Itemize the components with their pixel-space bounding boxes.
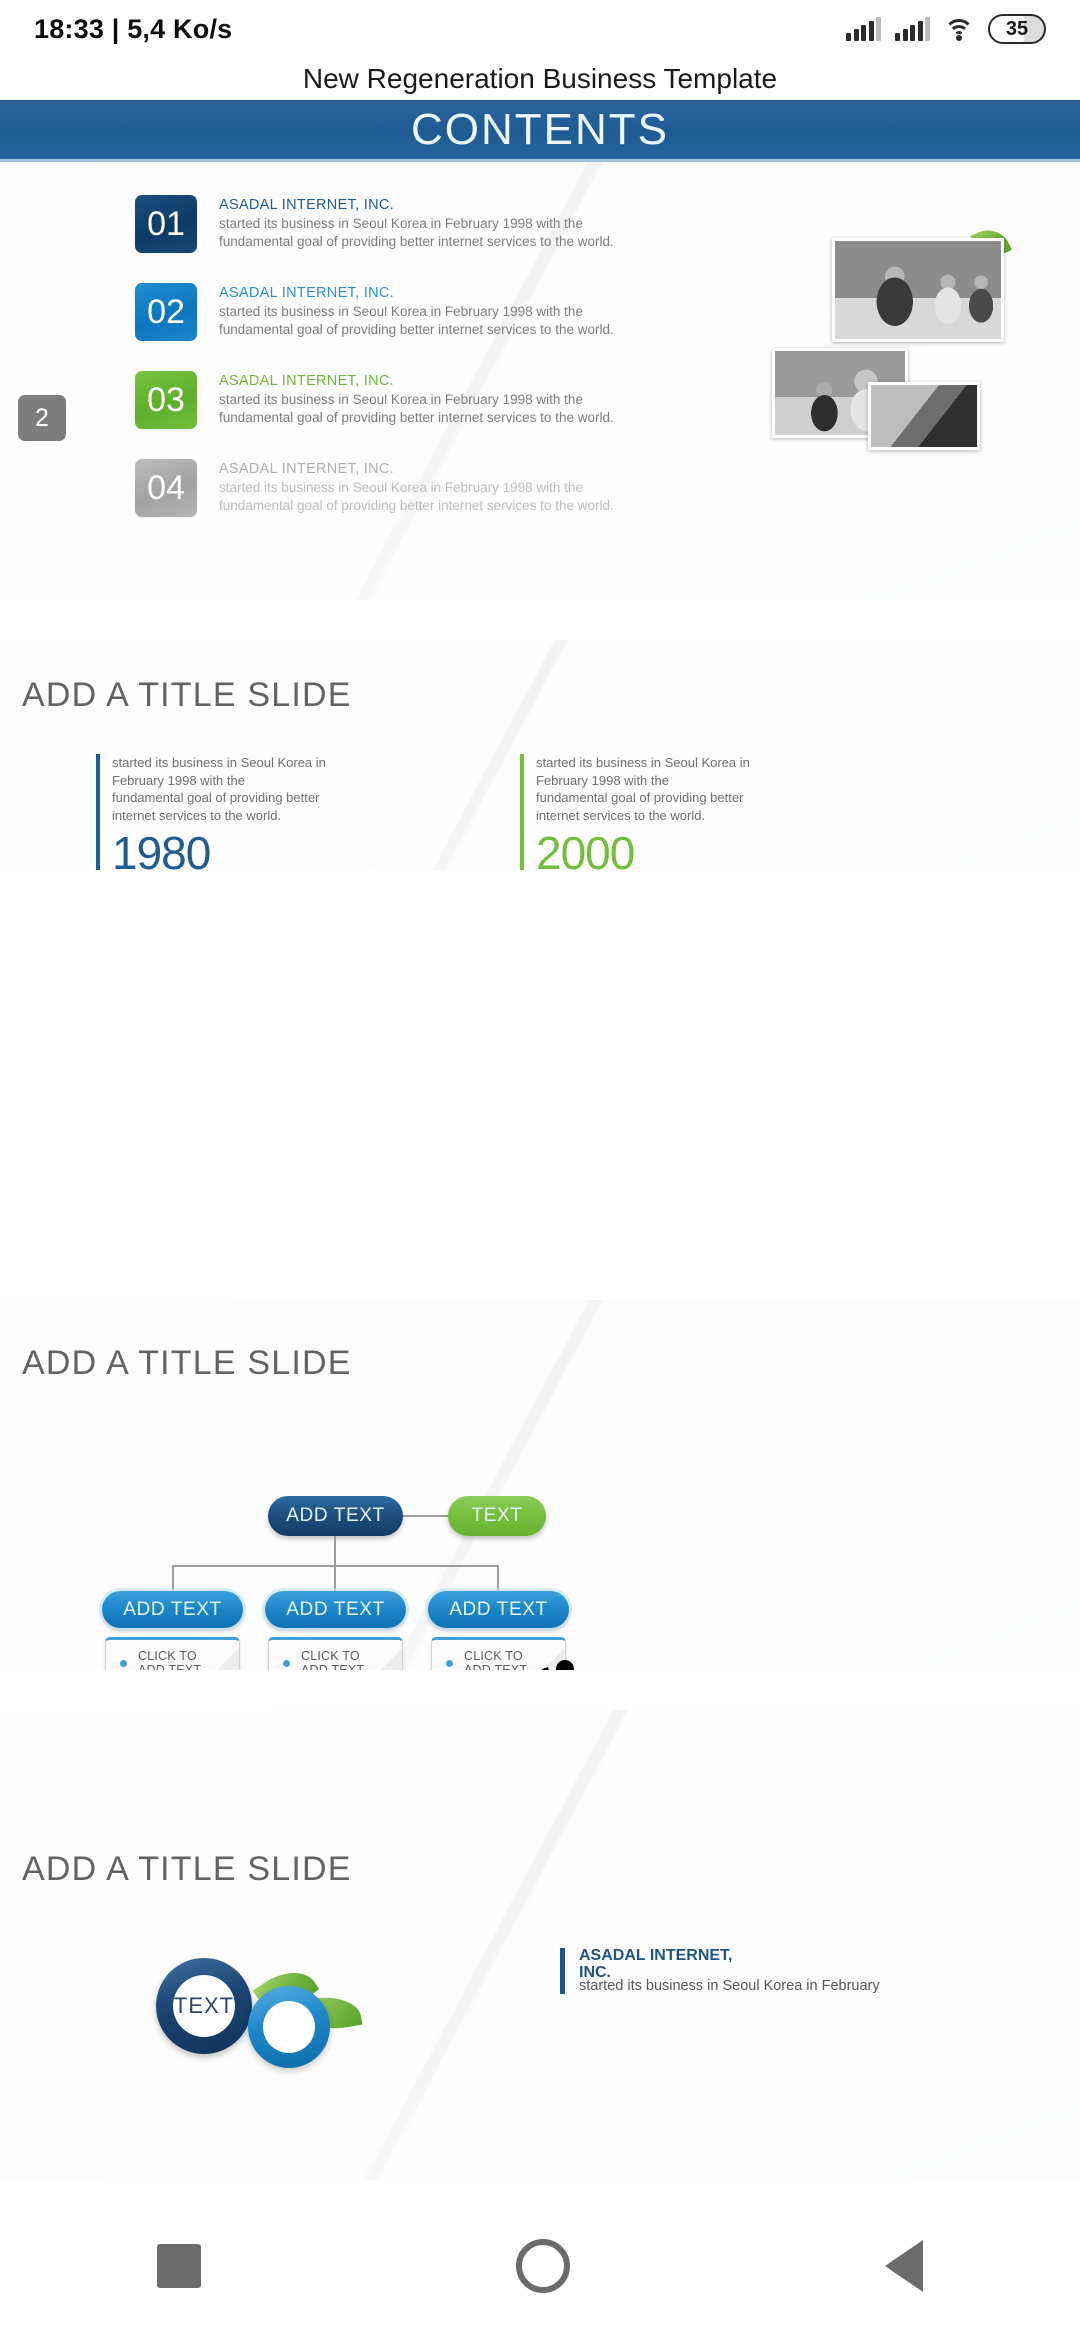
- status-bar: 18:33 | 5,4 Ko/s 35: [0, 0, 1080, 58]
- slide-circles[interactable]: ADD A TITLE SLIDE TEXT ASADAL INTERNET, …: [0, 1710, 1080, 2180]
- slide-gap: [0, 1255, 1080, 1300]
- org-node-root[interactable]: ADD TEXT: [268, 1496, 403, 1536]
- list-item[interactable]: 04 ASADAL INTERNET, INC. started its bus…: [135, 459, 655, 517]
- contents-banner: CONTENTS: [0, 100, 1080, 162]
- timeline-body-line2: February 1998 with the: [536, 772, 669, 788]
- photo-meeting: [832, 238, 1004, 342]
- wifi-icon: [944, 17, 974, 41]
- slide-gap: [0, 1670, 1080, 1710]
- org-node-child[interactable]: ADD TEXT: [102, 1591, 243, 1628]
- circle-node-inner: [263, 2001, 315, 2053]
- page-title: ADD A TITLE SLIDE: [22, 676, 352, 714]
- bullet-label: CLICK TO ADD TEXT: [464, 1649, 528, 1670]
- bottom-strip: [0, 2180, 1080, 2192]
- slide-background: [0, 1710, 1080, 2180]
- list-item[interactable]: 01 ASADAL INTERNET, INC. started its bus…: [135, 195, 655, 253]
- timeline-entry-2000: started its business in Seoul Korea in F…: [520, 754, 760, 870]
- org-node-side[interactable]: TEXT: [448, 1496, 546, 1536]
- back-triangle-icon[interactable]: [884, 2240, 923, 2292]
- timeline-body-line3: fundamental goal of providing better: [536, 790, 744, 806]
- android-navigation-bar: [0, 2192, 1080, 2340]
- org-node-child[interactable]: ADD TEXT: [428, 1591, 569, 1628]
- company-callout: ASADAL INTERNET, INC. started its busine…: [560, 1947, 880, 1994]
- contents-number-badge: 02: [135, 283, 197, 341]
- circle-node-text[interactable]: TEXT: [156, 1958, 252, 2054]
- home-circle-icon[interactable]: [515, 2239, 570, 2293]
- timeline-body-line1: started its business in Seoul Korea in: [112, 755, 326, 770]
- slide-gap: [0, 600, 1080, 640]
- list-item[interactable]: CLICK TO ADD TEXT: [446, 1649, 551, 1670]
- bullet-dot-icon: [446, 1659, 453, 1667]
- timeline-year: 2000: [536, 827, 635, 870]
- slide-contents[interactable]: CONTENTS 01 ASADAL INTERNET, INC. starte…: [0, 100, 1080, 600]
- bullet-dot-icon: [120, 1659, 127, 1667]
- document-title: New Regeneration Business Template: [0, 58, 1080, 100]
- contents-item-line1: started its business in Seoul Korea in F…: [219, 480, 583, 495]
- contents-item-line2: fundamental goal of providing better int…: [219, 233, 614, 249]
- status-icons: 35: [846, 14, 1046, 44]
- contents-list: 01 ASADAL INTERNET, INC. started its bus…: [135, 195, 655, 547]
- battery-icon: 35: [988, 14, 1046, 44]
- company-body: started its business in Seoul Korea in F…: [579, 1977, 880, 1994]
- company-heading-line1: ASADAL INTERNET,: [579, 1947, 733, 1964]
- page-number-badge: 2: [18, 395, 66, 441]
- contents-item-line2: fundamental goal of providing better int…: [219, 321, 614, 337]
- contents-number-badge: 03: [135, 371, 197, 429]
- org-card[interactable]: CLICK TO ADD TEXT CLICK TO ADD TEXT CLIC…: [105, 1637, 240, 1670]
- photo-calculator: [868, 382, 980, 450]
- contents-number-badge: 01: [135, 195, 197, 253]
- contents-item-line1: started its business in Seoul Korea in F…: [219, 216, 583, 231]
- list-item[interactable]: 03 ASADAL INTERNET, INC. started its bus…: [135, 371, 655, 429]
- connector-line: [334, 1565, 336, 1591]
- contents-item-heading: ASADAL INTERNET, INC.: [219, 285, 394, 301]
- circle-node-inner: TEXT: [173, 1975, 235, 2037]
- connector-line: [403, 1515, 448, 1517]
- circle-node-label: TEXT: [173, 1993, 235, 2018]
- slide-org-chart[interactable]: ADD A TITLE SLIDE ADD TEXT TEXT ADD TEXT…: [0, 1300, 1080, 1670]
- timeline-body-line4: internet services to the world.: [536, 807, 706, 823]
- bullet-dot-icon: [283, 1659, 290, 1667]
- timeline-body-line3: fundamental goal of providing better: [112, 790, 320, 806]
- circle-node-secondary[interactable]: [248, 1986, 330, 2068]
- bullet-label: CLICK TO ADD TEXT: [138, 1649, 202, 1670]
- contents-banner-label: CONTENTS: [411, 104, 669, 154]
- timeline-year: 1980: [112, 827, 211, 870]
- contents-item-line2: fundamental goal of providing better int…: [219, 497, 614, 513]
- phone-screen: 18:33 | 5,4 Ko/s 35 New Regeneration Bus…: [0, 0, 1080, 2340]
- signal-bars-icon: [895, 17, 930, 41]
- page-title: ADD A TITLE SLIDE: [22, 1850, 352, 1888]
- signal-bars-icon: [846, 17, 881, 41]
- contents-item-line1: started its business in Seoul Korea in F…: [219, 392, 583, 407]
- org-card[interactable]: CLICK TO ADD TEXT CLICK TO ADD TEXT CLIC…: [268, 1637, 403, 1670]
- contents-item-heading: ASADAL INTERNET, INC.: [219, 197, 394, 213]
- list-item[interactable]: 02 ASADAL INTERNET, INC. started its bus…: [135, 283, 655, 341]
- contents-item-heading: ASADAL INTERNET, INC.: [219, 373, 394, 389]
- contents-item-heading: ASADAL INTERNET, INC.: [219, 461, 394, 477]
- list-item[interactable]: CLICK TO ADD TEXT: [120, 1649, 225, 1670]
- timeline-body-line1: started its business in Seoul Korea in: [536, 755, 750, 770]
- org-node-child[interactable]: ADD TEXT: [265, 1591, 406, 1628]
- connector-line: [172, 1565, 174, 1591]
- contents-item-line2: fundamental goal of providing better int…: [219, 409, 614, 425]
- list-item[interactable]: CLICK TO ADD TEXT: [283, 1649, 388, 1670]
- connector-line: [497, 1565, 499, 1591]
- slide-timeline[interactable]: ADD A TITLE SLIDE started its business i…: [0, 640, 1080, 870]
- contents-number-badge: 04: [135, 459, 197, 517]
- timeline-body-line4: internet services to the world.: [112, 807, 282, 823]
- timeline-entry-1980: started its business in Seoul Korea in F…: [96, 754, 336, 870]
- timeline-body-line2: February 1998 with the: [112, 772, 245, 788]
- page-title: ADD A TITLE SLIDE: [22, 1344, 352, 1382]
- status-time-and-rate: 18:33 | 5,4 Ko/s: [34, 13, 233, 44]
- connector-line: [334, 1536, 336, 1566]
- bullet-label: CLICK TO ADD TEXT: [301, 1649, 365, 1670]
- contents-item-line1: started its business in Seoul Korea in F…: [219, 304, 583, 319]
- recents-square-icon[interactable]: [157, 2244, 202, 2288]
- people-silhouette-graphic: [540, 1633, 660, 1670]
